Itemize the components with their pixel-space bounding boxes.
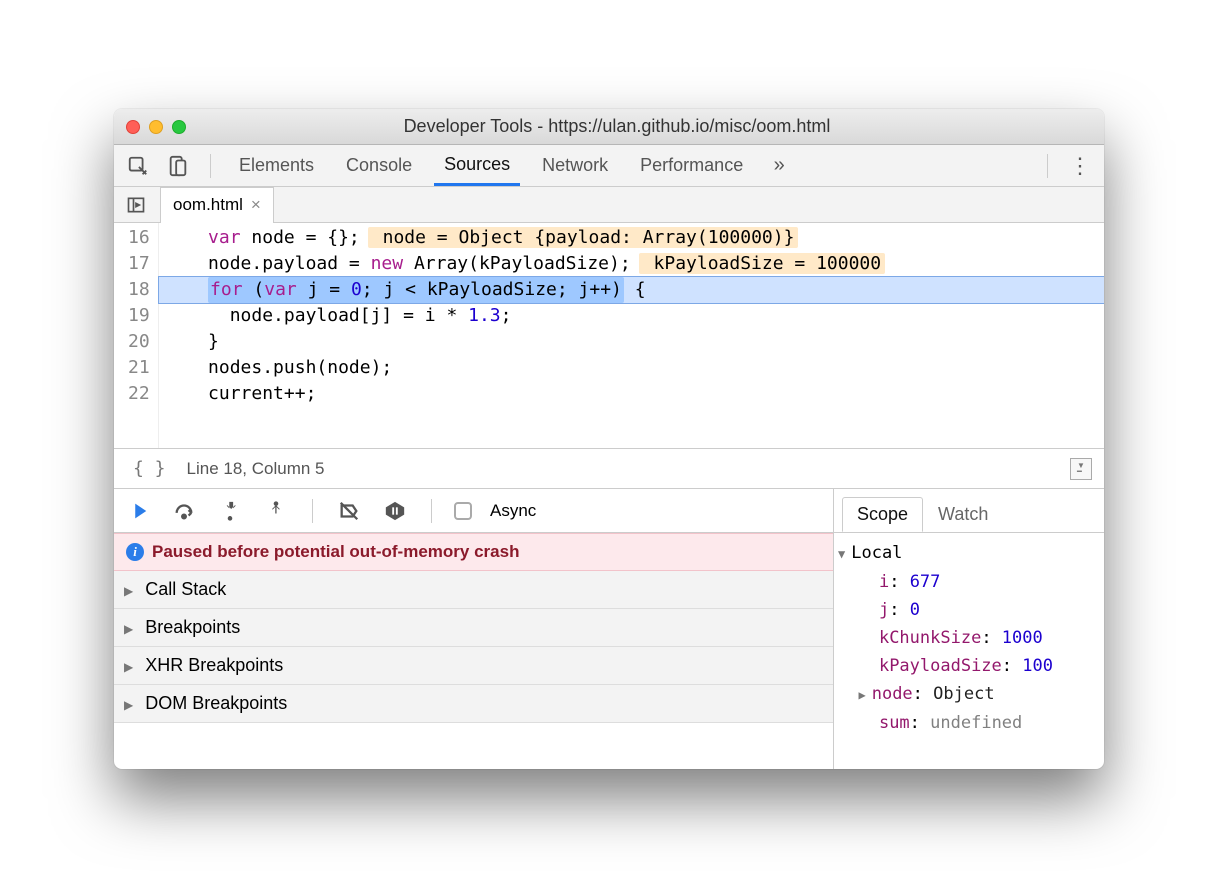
code-editor[interactable]: 16 17 18 19 20 21 22 var node = {}; node… [114, 223, 1104, 449]
maximize-window-button[interactable] [172, 120, 186, 134]
scope-var[interactable]: j: 0 [838, 596, 1100, 624]
pause-banner: i Paused before potential out-of-memory … [114, 533, 833, 571]
code-line: var node = {}; node = Object {payload: A… [159, 225, 1104, 251]
pause-on-exceptions-button[interactable] [381, 497, 409, 525]
cursor-position: Line 18, Column 5 [187, 459, 325, 479]
devtools-window: Developer Tools - https://ulan.github.io… [114, 109, 1104, 769]
scope-watch-tabs: Scope Watch [834, 489, 1104, 533]
code-line: } [159, 329, 1104, 355]
async-label: Async [490, 501, 536, 521]
close-window-button[interactable] [126, 120, 140, 134]
line-gutter: 16 17 18 19 20 21 22 [114, 223, 159, 448]
collapse-panel-icon[interactable]: ▼━ [1070, 458, 1092, 480]
line-number: 22 [128, 381, 150, 407]
debugger-right-pane: Scope Watch Local i: 677 j: 0 kChunkSize… [834, 489, 1104, 769]
separator [431, 499, 432, 523]
code-lines: var node = {}; node = Object {payload: A… [159, 223, 1104, 448]
debugger-panel: Async i Paused before potential out-of-m… [114, 489, 1104, 769]
inspect-element-icon[interactable] [124, 152, 152, 180]
inline-hint: kPayloadSize = 100000 [639, 253, 885, 274]
line-number: 21 [128, 355, 150, 381]
file-tab[interactable]: oom.html × [160, 187, 274, 223]
window-title: Developer Tools - https://ulan.github.io… [202, 116, 1032, 137]
debugger-toolbar: Async [114, 489, 833, 533]
code-line: current++; [159, 381, 1104, 407]
async-checkbox[interactable] [454, 502, 472, 520]
separator [312, 499, 313, 523]
line-number: 20 [128, 329, 150, 355]
resume-button[interactable] [124, 497, 152, 525]
file-tab-name: oom.html [173, 195, 243, 215]
close-file-icon[interactable]: × [251, 195, 261, 215]
separator [210, 154, 211, 178]
code-line: node.payload[j] = i * 1.3; [159, 303, 1104, 329]
section-dom-breakpoints[interactable]: DOM Breakpoints [114, 685, 833, 723]
pretty-print-button[interactable]: { } [126, 455, 173, 482]
scope-var[interactable]: node: Object [838, 680, 1100, 709]
debugger-left-pane: Async i Paused before potential out-of-m… [114, 489, 834, 769]
scope-var[interactable]: sum: undefined [838, 709, 1100, 737]
file-tabbar: oom.html × [114, 187, 1104, 223]
minimize-window-button[interactable] [149, 120, 163, 134]
tab-scope[interactable]: Scope [842, 497, 923, 532]
pause-message: Paused before potential out-of-memory cr… [152, 542, 519, 562]
inline-hint: node = Object {payload: Array(100000)} [368, 227, 799, 248]
deactivate-breakpoints-button[interactable] [335, 497, 363, 525]
step-out-button[interactable] [262, 497, 290, 525]
panel-tabbar: Elements Console Sources Network Perform… [114, 145, 1104, 187]
tab-console[interactable]: Console [336, 147, 422, 184]
code-line-current: for (var j = 0; j < kPayloadSize; j++) { [159, 277, 1104, 303]
tab-sources[interactable]: Sources [434, 146, 520, 186]
overflow-tabs-icon[interactable]: » [765, 152, 793, 180]
step-over-button[interactable] [170, 497, 198, 525]
scope-var[interactable]: kPayloadSize: 100 [838, 652, 1100, 680]
section-call-stack[interactable]: Call Stack [114, 571, 833, 609]
execution-highlight: for (var j = 0; j < kPayloadSize; j++) [208, 277, 624, 303]
info-icon: i [126, 543, 144, 561]
device-toolbar-icon[interactable] [164, 152, 192, 180]
tab-network[interactable]: Network [532, 147, 618, 184]
window-controls [126, 120, 186, 134]
tab-performance[interactable]: Performance [630, 147, 753, 184]
scope-section-local[interactable]: Local [838, 539, 1100, 568]
more-options-icon[interactable]: ⋮ [1066, 152, 1094, 180]
separator [1047, 154, 1048, 178]
navigator-toggle-icon[interactable] [122, 191, 150, 219]
scope-variables[interactable]: Local i: 677 j: 0 kChunkSize: 1000 kPayl… [834, 533, 1104, 769]
tab-elements[interactable]: Elements [229, 147, 324, 184]
tab-watch[interactable]: Watch [923, 497, 1003, 532]
scope-var[interactable]: i: 677 [838, 568, 1100, 596]
section-breakpoints[interactable]: Breakpoints [114, 609, 833, 647]
scope-var[interactable]: kChunkSize: 1000 [838, 624, 1100, 652]
titlebar: Developer Tools - https://ulan.github.io… [114, 109, 1104, 145]
code-line: node.payload = new Array(kPayloadSize); … [159, 251, 1104, 277]
line-number: 16 [128, 225, 150, 251]
line-number: 19 [128, 303, 150, 329]
editor-status-bar: { } Line 18, Column 5 ▼━ [114, 449, 1104, 489]
line-number: 18 [128, 277, 150, 303]
code-line: nodes.push(node); [159, 355, 1104, 381]
step-into-button[interactable] [216, 497, 244, 525]
section-xhr-breakpoints[interactable]: XHR Breakpoints [114, 647, 833, 685]
line-number: 17 [128, 251, 150, 277]
